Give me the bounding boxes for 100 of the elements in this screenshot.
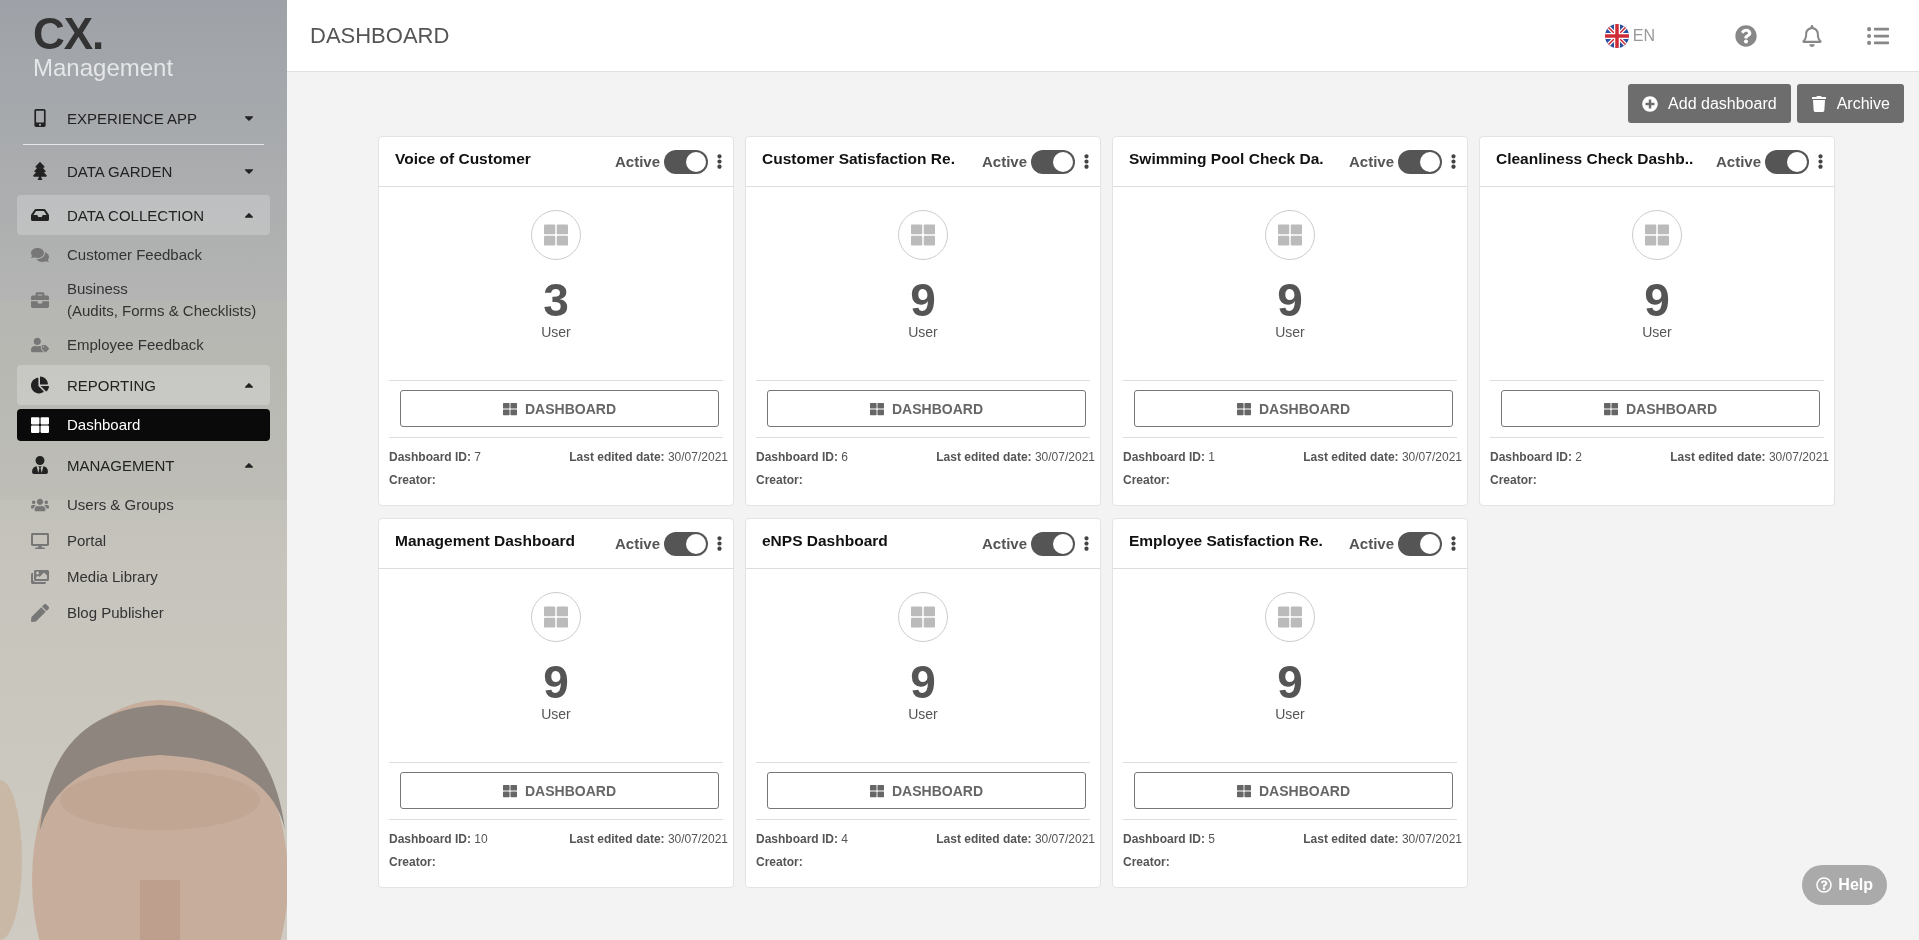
user-count-label: User bbox=[908, 706, 938, 722]
sidebar-section[interactable]: EXPERIENCE APP bbox=[17, 98, 270, 138]
inbox-icon bbox=[31, 206, 49, 224]
creator-label: Creator: bbox=[389, 473, 437, 487]
sidebar-item[interactable]: Employee Feedback bbox=[17, 329, 270, 361]
dashboard-button[interactable]: DASHBOARD bbox=[1134, 772, 1453, 809]
creator-label: Creator: bbox=[1490, 473, 1538, 487]
add-dashboard-button[interactable]: Add dashboard bbox=[1628, 84, 1791, 123]
sidebar-item[interactable]: Users & Groups bbox=[17, 489, 270, 521]
sidebar-item[interactable]: Customer Feedback bbox=[17, 239, 270, 271]
user-count: 9 bbox=[1277, 276, 1303, 324]
grid-icon bbox=[870, 401, 884, 416]
sidebar-section[interactable]: DATA GARDEN bbox=[17, 151, 270, 191]
dashboard-button[interactable]: DASHBOARD bbox=[400, 772, 719, 809]
grid-icon bbox=[31, 416, 49, 434]
dashboard-id: Dashboard ID: 7 bbox=[389, 450, 482, 464]
page-title: DASHBOARD bbox=[310, 22, 451, 49]
dashboard-id: Dashboard ID: 2 bbox=[1490, 450, 1583, 464]
trash-icon bbox=[1810, 95, 1827, 112]
dashboard-id: Dashboard ID: 4 bbox=[756, 832, 849, 846]
dashboard-id: Dashboard ID: 6 bbox=[756, 450, 849, 464]
dashboard-button[interactable]: DASHBOARD bbox=[1501, 390, 1820, 427]
last-edited-date: Last edited date: 30/07/2021 bbox=[1303, 832, 1462, 846]
user-count: 9 bbox=[1644, 276, 1670, 324]
user-count-label: User bbox=[541, 706, 571, 722]
dashboard-grid-icon bbox=[1632, 210, 1682, 260]
sidebar-section[interactable]: MANAGEMENT bbox=[17, 445, 270, 485]
active-toggle[interactable] bbox=[664, 149, 708, 174]
creator-label: Creator: bbox=[756, 473, 804, 487]
active-toggle[interactable] bbox=[1398, 531, 1442, 556]
dashboard-grid-icon bbox=[898, 592, 948, 642]
archive-button[interactable]: Archive bbox=[1796, 84, 1904, 123]
last-edited-date: Last edited date: 30/07/2021 bbox=[936, 832, 1095, 846]
card-title: Customer Satisfaction Re. bbox=[762, 149, 956, 168]
sidebar-item[interactable]: Business (Audits, Forms & Checklists) bbox=[17, 275, 270, 325]
user-count: 3 bbox=[543, 276, 569, 324]
sidebar-item[interactable]: Portal bbox=[17, 525, 270, 557]
status-label: Active bbox=[1348, 153, 1394, 170]
user-count-label: User bbox=[1275, 324, 1305, 340]
sidebar-item[interactable]: Dashboard bbox=[17, 409, 270, 441]
user-count-label: User bbox=[908, 324, 938, 340]
pie-chart-icon bbox=[31, 376, 49, 394]
card-title: Voice of Customer bbox=[395, 149, 532, 168]
dashboard-grid-icon bbox=[1265, 592, 1315, 642]
status-label: Active bbox=[1348, 535, 1394, 552]
sidebar-item[interactable]: Media Library bbox=[17, 561, 270, 593]
user-count-label: User bbox=[1275, 706, 1305, 722]
grid-icon bbox=[1604, 401, 1618, 416]
active-toggle[interactable] bbox=[1398, 149, 1442, 174]
sidebar-section[interactable]: REPORTING bbox=[17, 365, 270, 405]
user-count: 9 bbox=[543, 658, 569, 706]
grid-icon bbox=[1237, 401, 1251, 416]
active-toggle[interactable] bbox=[1031, 149, 1075, 174]
help-icon[interactable] bbox=[1735, 24, 1757, 47]
logo-subtitle: Management bbox=[32, 54, 175, 82]
last-edited-date: Last edited date: 30/07/2021 bbox=[1303, 450, 1462, 464]
user-count-label: User bbox=[541, 324, 571, 340]
active-toggle[interactable] bbox=[1765, 149, 1809, 174]
status-label: Active bbox=[614, 153, 660, 170]
mobile-phone-icon bbox=[31, 109, 49, 127]
pencil-icon bbox=[31, 604, 49, 622]
creator-label: Creator: bbox=[1123, 855, 1171, 869]
sidebar-section[interactable]: DATA COLLECTION bbox=[17, 195, 270, 235]
dashboard-grid-icon bbox=[898, 210, 948, 260]
dashboard-grid-icon bbox=[1265, 210, 1315, 260]
card-title: Management Dashboard bbox=[395, 531, 576, 550]
last-edited-date: Last edited date: 30/07/2021 bbox=[569, 450, 728, 464]
tree-icon bbox=[31, 162, 49, 180]
grid-icon bbox=[870, 783, 884, 798]
grid-icon bbox=[503, 401, 517, 416]
creator-label: Creator: bbox=[389, 855, 437, 869]
people-icon bbox=[31, 496, 49, 514]
monitor-icon bbox=[31, 532, 49, 550]
dashboard-button[interactable]: DASHBOARD bbox=[767, 772, 1086, 809]
active-toggle[interactable] bbox=[664, 531, 708, 556]
creator-label: Creator: bbox=[1123, 473, 1171, 487]
chat-bubbles-icon bbox=[31, 246, 49, 264]
last-edited-date: Last edited date: 30/07/2021 bbox=[936, 450, 1095, 464]
status-label: Active bbox=[981, 535, 1027, 552]
images-icon bbox=[31, 568, 49, 586]
person-icon bbox=[31, 456, 49, 474]
plus-icon bbox=[1642, 95, 1659, 112]
dashboard-button[interactable]: DASHBOARD bbox=[767, 390, 1086, 427]
list-icon[interactable] bbox=[1867, 24, 1889, 47]
grid-icon bbox=[1237, 783, 1251, 798]
active-toggle[interactable] bbox=[1031, 531, 1075, 556]
briefcase-icon bbox=[31, 291, 49, 309]
question-icon bbox=[1816, 877, 1833, 893]
logo: CX. bbox=[32, 14, 105, 54]
card-title: Swimming Pool Check Da. bbox=[1129, 149, 1325, 168]
bell-icon[interactable] bbox=[1801, 24, 1823, 47]
user-count: 9 bbox=[910, 276, 936, 324]
dashboard-button[interactable]: DASHBOARD bbox=[1134, 390, 1453, 427]
card-title: Employee Satisfaction Re. bbox=[1129, 531, 1324, 550]
dashboard-button[interactable]: DASHBOARD bbox=[400, 390, 719, 427]
sidebar-item[interactable]: Blog Publisher bbox=[17, 597, 270, 629]
last-edited-date: Last edited date: 30/07/2021 bbox=[569, 832, 728, 846]
dashboard-grid-icon bbox=[531, 210, 581, 260]
card-title: Cleanliness Check Dashb.. bbox=[1496, 149, 1695, 168]
user-tag-icon bbox=[31, 336, 49, 354]
